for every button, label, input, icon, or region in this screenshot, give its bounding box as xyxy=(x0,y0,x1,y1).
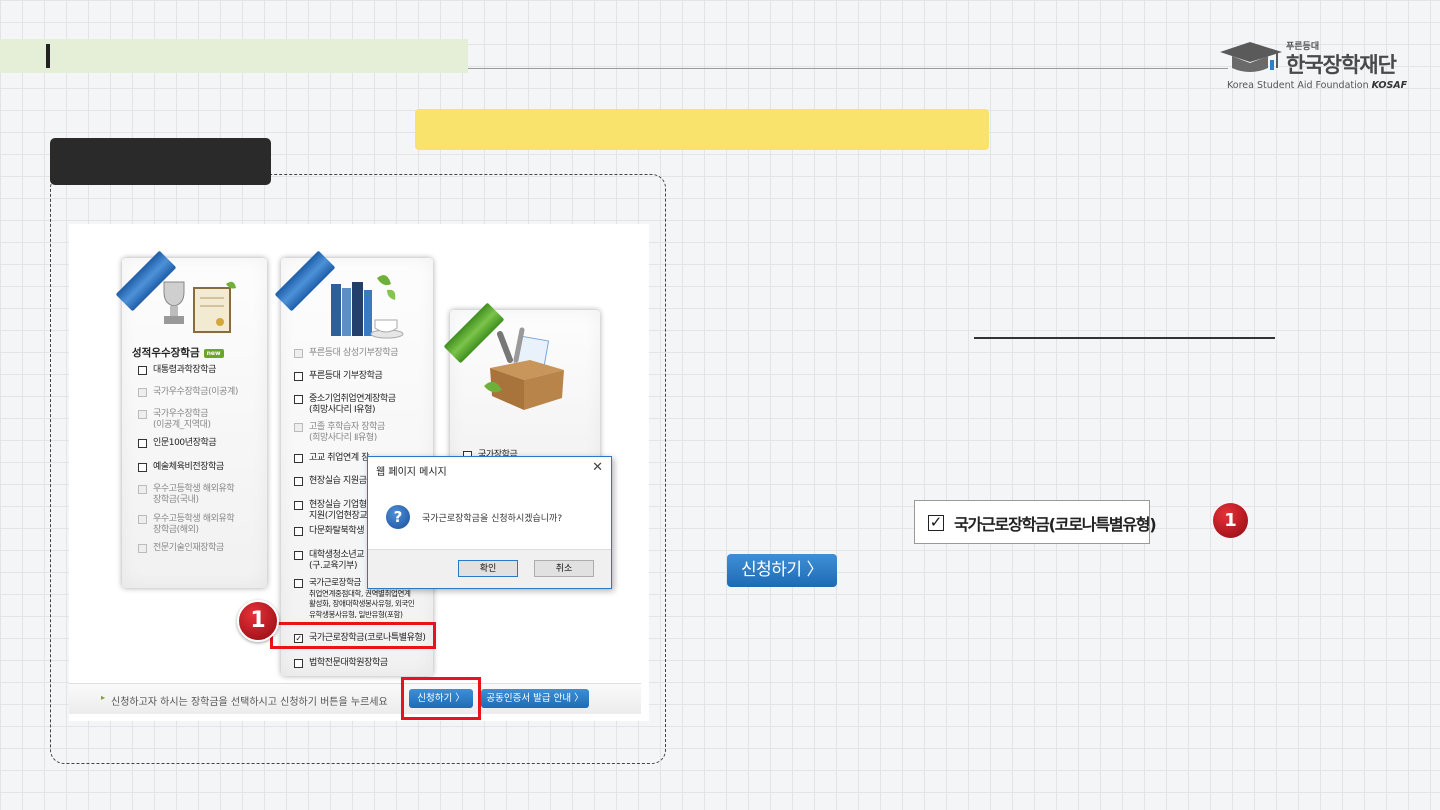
scholarship-option[interactable]: 법학전문대학원장학금 xyxy=(294,658,388,669)
scholarship-option[interactable]: 중소기업취업연계장학금 (희망사다리 Ⅰ유형) xyxy=(294,394,396,416)
checkbox-icon[interactable] xyxy=(294,395,303,404)
scholarship-option[interactable]: 대학생청소년교 (구.교육기부) xyxy=(294,550,365,572)
dialog-title: 웹 페이지 메시지 xyxy=(376,467,447,478)
kosaf-logo: 푸른등대 한국장학재단 Korea Student Aid Foundation… xyxy=(1216,38,1407,94)
checkbox-icon xyxy=(138,544,147,553)
question-icon: ? xyxy=(386,505,410,529)
checkbox-icon[interactable] xyxy=(294,579,303,588)
close-icon[interactable]: ✕ xyxy=(592,460,603,475)
scholarship-option: 국가우수장학금 (이공계_지역대) xyxy=(138,409,211,431)
apply-button-large[interactable]: 신청하기 〉 xyxy=(727,554,837,587)
scholarship-option: 우수고등학생 해외유학 장학금(해외) xyxy=(138,514,235,536)
checkbox-icon: ✓ xyxy=(928,513,944,531)
toolbox-icon xyxy=(484,327,564,410)
checkbox-icon[interactable] xyxy=(138,463,147,472)
zoomed-option: ✓ 국가근로장학금(코로나특별유형) xyxy=(914,500,1157,544)
title-marker xyxy=(46,44,50,68)
checkbox-icon[interactable] xyxy=(138,439,147,448)
certificate-guide-button[interactable]: 공동인증서 발급 안내 〉 xyxy=(481,689,589,708)
section-title-bar xyxy=(0,39,468,73)
card-title: 성적우수장학금 new xyxy=(132,345,224,360)
checkbox-icon[interactable] xyxy=(294,551,303,560)
books-icon xyxy=(331,275,404,339)
scholarship-option: 우수고등학생 해외유학 장학금(국내) xyxy=(138,484,235,506)
scholarship-option: 푸른등대 삼성기부장학금 xyxy=(294,348,399,359)
scholarship-option: 전문기술인재장학금 xyxy=(138,543,224,554)
highlight-banner xyxy=(415,109,989,150)
scholarship-screenshot: 성적우수장학금 new 대통령과학장학금 국가우수장학금(이공계) 국가우수장학금… xyxy=(69,224,649,721)
scholarship-option[interactable]: 다문화탈북학생 xyxy=(294,526,365,537)
checkbox-icon xyxy=(138,485,147,494)
checkbox-icon xyxy=(138,410,147,419)
checkbox-icon[interactable] xyxy=(294,501,303,510)
confirm-dialog: 웹 페이지 메시지 ✕ ? 국가근로장학금을 신청하시겠습니까? 확인 취소 xyxy=(367,456,612,589)
ok-button[interactable]: 확인 xyxy=(458,560,518,577)
header-divider xyxy=(468,68,1228,69)
step-badge: 1 xyxy=(237,600,279,642)
highlight-box xyxy=(270,622,436,649)
checkbox-icon[interactable] xyxy=(294,477,303,486)
scholarship-option[interactable]: 현장실습 기업형 지원(기업현장교 xyxy=(294,500,368,522)
logo-main-text: 한국장학재단 xyxy=(1286,53,1397,77)
logo-english-text: Korea Student Aid Foundation KOSAF xyxy=(1227,80,1407,91)
scholarship-option[interactable]: 현장실습 지원금 xyxy=(294,476,367,487)
scholarship-card-merit: 성적우수장학금 new 대통령과학장학금 국가우수장학금(이공계) 국가우수장학금… xyxy=(115,250,267,588)
scholarship-option[interactable]: 푸른등대 기부장학금 xyxy=(294,371,383,382)
trophy-icon xyxy=(163,281,236,333)
highlight-box xyxy=(401,677,481,720)
checkbox-icon[interactable] xyxy=(294,372,303,381)
checkbox-icon xyxy=(138,515,147,524)
section-tab xyxy=(50,138,271,185)
checkbox-icon xyxy=(294,349,303,358)
scholarship-option[interactable]: 예술체육비전장학금 xyxy=(138,462,224,473)
checkbox-icon[interactable] xyxy=(294,659,303,668)
underline-decoration xyxy=(974,337,1275,339)
zoomed-option-label: 국가근로장학금(코로나특별유형) xyxy=(954,515,1157,534)
checkbox-icon[interactable] xyxy=(294,454,303,463)
instruction-text: 신청하고자 하시는 장학금을 선택하시고 신청하기 버튼을 누르세요 xyxy=(101,693,388,708)
checkbox-icon xyxy=(294,423,303,432)
checkbox-icon[interactable] xyxy=(294,527,303,536)
logo-english-abbr: KOSAF xyxy=(1371,80,1408,91)
scholarship-option: 국가우수장학금(이공계) xyxy=(138,387,238,398)
checkbox-icon[interactable] xyxy=(138,366,147,375)
dialog-message: 국가근로장학금을 신청하시겠습니까? xyxy=(422,514,563,524)
graduation-cap-icon xyxy=(1220,42,1282,72)
scholarship-option[interactable]: 인문100년장학금 xyxy=(138,438,217,449)
scholarship-option[interactable]: 고교 취업연계 장 xyxy=(294,453,369,464)
cancel-button[interactable]: 취소 xyxy=(534,560,594,577)
dialog-footer: 확인 취소 xyxy=(368,549,611,588)
scholarship-option[interactable]: 대통령과학장학금 xyxy=(138,365,216,376)
step-badge: 1 xyxy=(1213,503,1248,538)
new-badge: new xyxy=(203,348,224,358)
checkbox-icon xyxy=(138,388,147,397)
logo-english-name: Korea Student Aid Foundation xyxy=(1227,80,1369,91)
scholarship-option: 고졸 후학습자 장학금 (희망사다리 Ⅱ유형) xyxy=(294,422,385,444)
